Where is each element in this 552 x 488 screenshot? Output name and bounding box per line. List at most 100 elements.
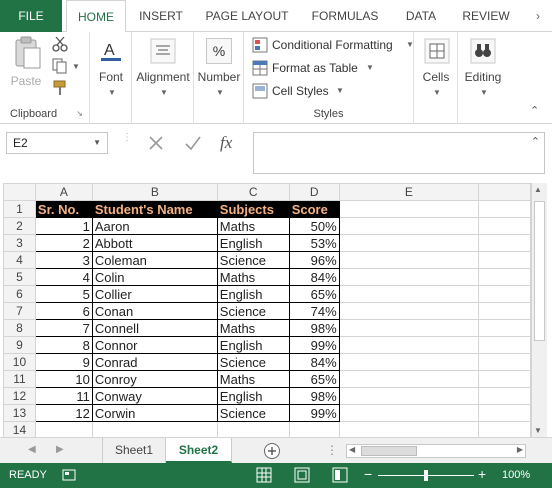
- table-cell[interactable]: Conrad: [91, 353, 218, 371]
- font-group[interactable]: A Font ▼: [90, 32, 132, 124]
- table-cell[interactable]: Science: [216, 353, 290, 371]
- insert-function-button[interactable]: fx: [220, 133, 232, 153]
- cell-styles-button[interactable]: Cell Styles ▼: [252, 82, 382, 100]
- table-cell[interactable]: Maths: [216, 217, 290, 235]
- empty-cell[interactable]: [338, 251, 480, 269]
- empty-cell[interactable]: [478, 353, 531, 371]
- table-header-cell[interactable]: Subjects: [216, 200, 290, 218]
- column-header-d[interactable]: D: [288, 183, 340, 201]
- empty-cell[interactable]: [288, 421, 340, 437]
- copy-icon[interactable]: [52, 58, 68, 74]
- empty-cell[interactable]: [338, 336, 480, 354]
- empty-cell[interactable]: [478, 370, 531, 388]
- collapse-formula-bar-icon[interactable]: ⌃: [531, 135, 540, 148]
- table-cell[interactable]: Corwin: [91, 404, 218, 422]
- page-break-view-icon[interactable]: [332, 467, 348, 483]
- table-cell[interactable]: Connell: [91, 319, 218, 337]
- empty-cell[interactable]: [338, 268, 480, 286]
- table-cell[interactable]: 8: [34, 336, 93, 354]
- empty-cell[interactable]: [478, 217, 531, 235]
- table-cell[interactable]: 9: [34, 353, 93, 371]
- empty-cell[interactable]: [478, 387, 531, 405]
- select-all-corner[interactable]: [3, 183, 36, 201]
- table-cell[interactable]: 7: [34, 319, 93, 337]
- empty-cell[interactable]: [478, 251, 531, 269]
- horizontal-scrollbar[interactable]: ◀ ▶: [346, 444, 526, 458]
- page-layout-view-icon[interactable]: [294, 467, 310, 483]
- row-header[interactable]: 1: [3, 200, 36, 218]
- table-cell[interactable]: Coleman: [91, 251, 218, 269]
- row-header[interactable]: 13: [3, 404, 36, 422]
- table-cell[interactable]: 96%: [288, 251, 340, 269]
- tab-insert[interactable]: INSERT: [136, 0, 186, 32]
- copy-dropdown-icon[interactable]: ▼: [72, 62, 80, 71]
- row-header[interactable]: 6: [3, 285, 36, 303]
- name-box[interactable]: E2 ▼: [6, 132, 108, 154]
- table-cell[interactable]: Maths: [216, 268, 290, 286]
- table-cell[interactable]: 74%: [288, 302, 340, 320]
- table-cell[interactable]: Connor: [91, 336, 218, 354]
- table-header-cell[interactable]: Score: [288, 200, 340, 218]
- table-header-cell[interactable]: Student's Name: [91, 200, 218, 218]
- empty-cell[interactable]: [216, 421, 290, 437]
- scroll-down-icon[interactable]: ▼: [534, 426, 542, 435]
- row-header[interactable]: 2: [3, 217, 36, 235]
- table-cell[interactable]: Science: [216, 251, 290, 269]
- conditional-formatting-button[interactable]: Conditional Formatting ▼: [252, 36, 414, 54]
- table-cell[interactable]: Conroy: [91, 370, 218, 388]
- table-cell[interactable]: 65%: [288, 285, 340, 303]
- table-cell[interactable]: English: [216, 234, 290, 252]
- tab-file[interactable]: FILE: [0, 0, 62, 32]
- empty-cell[interactable]: [338, 285, 480, 303]
- table-cell[interactable]: 99%: [288, 404, 340, 422]
- empty-cell[interactable]: [478, 234, 531, 252]
- table-cell[interactable]: English: [216, 336, 290, 354]
- tab-home[interactable]: HOME: [66, 0, 126, 33]
- table-cell[interactable]: English: [216, 387, 290, 405]
- table-cell[interactable]: 5: [34, 285, 93, 303]
- alignment-group[interactable]: Alignment ▼: [132, 32, 194, 124]
- table-cell[interactable]: Colin: [91, 268, 218, 286]
- zoom-in-button[interactable]: +: [478, 466, 486, 482]
- table-cell[interactable]: 10: [34, 370, 93, 388]
- editing-group[interactable]: Editing ▼: [458, 32, 508, 124]
- table-cell[interactable]: 53%: [288, 234, 340, 252]
- vertical-scrollbar[interactable]: ▲ ▼: [531, 183, 547, 437]
- formula-input[interactable]: ⌃: [253, 132, 545, 174]
- tab-page-layout[interactable]: PAGE LAYOUT: [202, 0, 292, 32]
- empty-cell[interactable]: [478, 200, 531, 218]
- table-cell[interactable]: 4: [34, 268, 93, 286]
- table-cell[interactable]: 65%: [288, 370, 340, 388]
- column-header-a[interactable]: A: [34, 183, 93, 201]
- table-cell[interactable]: Abbott: [91, 234, 218, 252]
- enter-icon[interactable]: [184, 135, 202, 151]
- table-cell[interactable]: Science: [216, 404, 290, 422]
- table-cell[interactable]: 98%: [288, 319, 340, 337]
- table-cell[interactable]: 11: [34, 387, 93, 405]
- table-cell[interactable]: Conan: [91, 302, 218, 320]
- scroll-tabs-right-icon[interactable]: ›: [536, 9, 540, 23]
- sheet-tab-sheet1[interactable]: Sheet1: [102, 438, 166, 463]
- empty-cell[interactable]: [338, 387, 480, 405]
- table-cell[interactable]: English: [216, 285, 290, 303]
- row-header[interactable]: 5: [3, 268, 36, 286]
- table-cell[interactable]: 84%: [288, 353, 340, 371]
- scroll-up-icon[interactable]: ▲: [534, 185, 542, 194]
- table-cell[interactable]: 98%: [288, 387, 340, 405]
- column-header-e[interactable]: E: [338, 183, 480, 201]
- empty-cell[interactable]: [478, 302, 531, 320]
- scroll-right-icon[interactable]: ▶: [517, 445, 523, 454]
- add-sheet-icon[interactable]: [263, 442, 281, 460]
- table-cell[interactable]: Collier: [91, 285, 218, 303]
- empty-cell[interactable]: [478, 336, 531, 354]
- column-header-c[interactable]: C: [216, 183, 290, 201]
- row-header[interactable]: 7: [3, 302, 36, 320]
- empty-cell[interactable]: [338, 370, 480, 388]
- format-as-table-button[interactable]: Format as Table ▼: [252, 59, 392, 77]
- table-header-cell[interactable]: Sr. No.: [34, 200, 93, 218]
- table-cell[interactable]: 50%: [288, 217, 340, 235]
- empty-cell[interactable]: [91, 421, 218, 437]
- paste-button[interactable]: Paste: [8, 36, 44, 92]
- clipboard-launcher-icon[interactable]: ↘: [76, 109, 83, 118]
- empty-cell[interactable]: [338, 302, 480, 320]
